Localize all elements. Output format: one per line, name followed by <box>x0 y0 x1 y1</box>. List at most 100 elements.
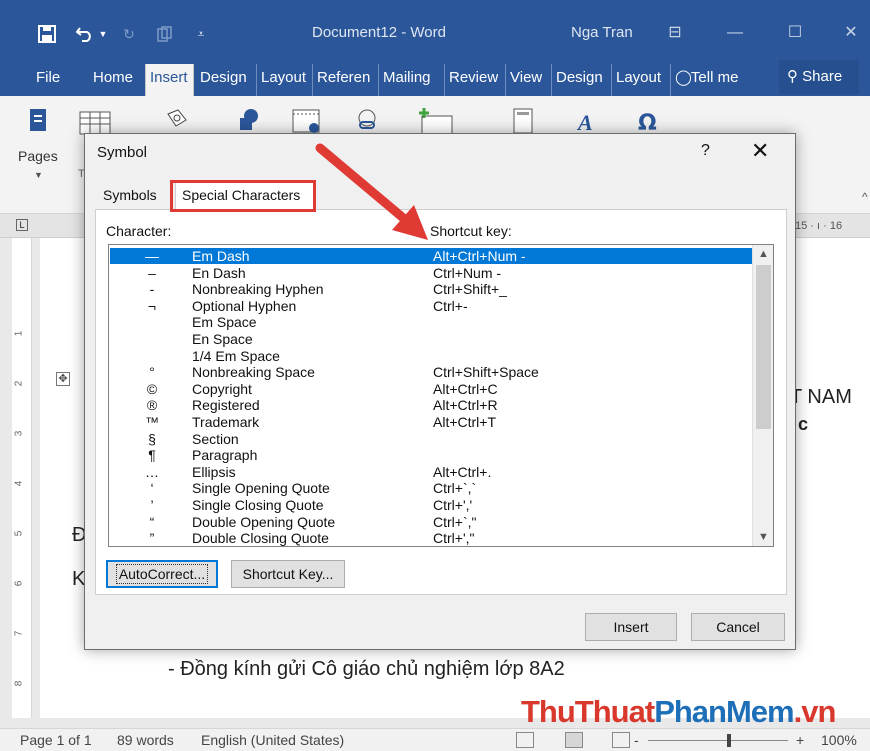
shortcut-key: Ctrl+- <box>433 297 468 314</box>
special-character-row[interactable]: ® Registered Alt+Ctrl+R <box>110 397 752 413</box>
help-button[interactable]: ? <box>701 142 710 160</box>
special-character-row[interactable]: ” Double Closing Quote Ctrl+'," <box>110 530 752 546</box>
special-character-row[interactable]: © Copyright Alt+Ctrl+C <box>110 381 752 397</box>
insert-button[interactable]: Insert <box>585 613 677 641</box>
pages-dropdown-icon[interactable]: ▼ <box>34 170 43 180</box>
zoom-out-button[interactable]: - <box>634 732 639 748</box>
web-layout-icon[interactable] <box>612 732 630 748</box>
shortcut-key-button[interactable]: Shortcut Key... <box>231 560 345 588</box>
document-text[interactable]: T NAM <box>790 386 852 409</box>
special-character-row[interactable]: 1/4 Em Space <box>110 348 752 364</box>
character-glyph: “ <box>149 513 155 530</box>
document-text[interactable]: - Đồng kính gửi Cô giáo chủ nghiệm lớp 8… <box>168 658 565 681</box>
maximize-icon[interactable]: ☐ <box>782 20 808 46</box>
character-glyph: — <box>145 248 159 264</box>
ruler-mark: 2 <box>13 380 25 387</box>
screenshot-icon[interactable] <box>290 106 320 136</box>
special-character-row[interactable]: ™ Trademark Alt+Ctrl+T <box>110 414 752 430</box>
pages-label[interactable]: Pages <box>18 148 58 164</box>
user-name[interactable]: Nga Tran <box>571 24 633 41</box>
special-character-row[interactable]: - Nonbreaking Hyphen Ctrl+Shift+_ <box>110 281 752 297</box>
character-glyph: ‘ <box>150 480 154 497</box>
tab-table-design[interactable]: Design <box>551 64 603 96</box>
dialog-close-button[interactable]: ✕ <box>751 138 769 164</box>
character-name: En Dash <box>192 264 246 281</box>
undo-dropdown-icon[interactable]: ▼ <box>98 22 108 46</box>
pages-icon[interactable] <box>24 106 54 136</box>
special-character-row[interactable]: ’ Single Closing Quote Ctrl+',' <box>110 497 752 513</box>
tab-table-layout[interactable]: Layout <box>611 64 661 96</box>
shortcut-key: Ctrl+',' <box>433 497 473 513</box>
pictures-icon[interactable] <box>162 106 192 136</box>
character-name: Registered <box>192 397 260 414</box>
zoom-slider[interactable] <box>648 740 788 741</box>
tab-symbols[interactable]: Symbols <box>97 184 163 208</box>
character-name: 1/4 Em Space <box>192 347 280 364</box>
links-icon[interactable] <box>352 106 382 136</box>
special-characters-list[interactable]: ” Double Closing Quote Ctrl+'," “ Double Ope… <box>108 244 774 547</box>
window-close-icon[interactable]: ✕ <box>838 20 864 46</box>
tab-selector-icon[interactable]: L <box>16 219 28 231</box>
tab-review[interactable]: Review <box>444 64 498 96</box>
special-character-row[interactable]: “ Double Opening Quote Ctrl+`," <box>110 514 752 530</box>
redo-icon[interactable]: ↻ <box>118 22 140 46</box>
table-move-handle-icon[interactable]: ✥ <box>56 372 70 386</box>
save-icon[interactable] <box>36 22 58 46</box>
tab-view[interactable]: View <box>505 64 542 96</box>
shapes-icon[interactable] <box>234 106 264 136</box>
document-text[interactable]: c <box>798 414 808 435</box>
shortcut-key: Ctrl+Shift+_ <box>433 281 507 298</box>
customize-toolbar-icon[interactable]: ⩡ <box>194 22 208 46</box>
collapse-ribbon-icon[interactable]: ^ <box>862 190 868 204</box>
zoom-slider-thumb[interactable] <box>727 734 731 747</box>
zoom-in-button[interactable]: + <box>796 732 804 748</box>
tab-design[interactable]: Design <box>200 64 247 96</box>
special-character-row[interactable]: ¬ Optional Hyphen Ctrl+- <box>110 298 752 314</box>
table-icon[interactable] <box>78 106 111 136</box>
special-character-row[interactable]: § Section <box>110 431 752 447</box>
minimize-icon[interactable]: — <box>722 20 748 46</box>
tab-mailings[interactable]: Mailing <box>378 64 440 96</box>
undo-icon[interactable] <box>74 22 96 46</box>
cancel-button[interactable]: Cancel <box>691 613 785 641</box>
scroll-down-icon[interactable]: ▼ <box>753 528 773 546</box>
ruler-numbers: 15 · ı · 16 <box>795 220 843 232</box>
special-character-row[interactable]: Em Space <box>110 314 752 330</box>
header-footer-icon[interactable] <box>508 106 538 136</box>
special-character-row[interactable]: … Ellipsis Alt+Ctrl+. <box>110 464 752 480</box>
text-icon[interactable]: A <box>570 106 600 136</box>
zoom-level[interactable]: 100% <box>821 732 857 748</box>
tab-home[interactable]: Home <box>93 64 133 96</box>
tab-references[interactable]: Referen <box>312 64 376 96</box>
special-character-row[interactable]: – En Dash Ctrl+Num - <box>110 265 752 281</box>
annotation-highlight-box <box>170 180 316 212</box>
read-mode-icon[interactable] <box>516 732 534 748</box>
tab-insert[interactable]: Insert <box>145 64 194 96</box>
shortcut-key: Ctrl+`,` <box>433 480 477 497</box>
character-glyph: ® <box>146 397 158 414</box>
print-layout-icon[interactable] <box>565 732 583 748</box>
tab-layout[interactable]: Layout <box>256 64 306 96</box>
tell-me-search[interactable]: ◯ Tell me <box>670 64 760 96</box>
special-character-row[interactable]: ‘ Single Opening Quote Ctrl+`,` <box>110 480 752 496</box>
list-scrollbar[interactable]: ▲ ▼ <box>752 245 773 546</box>
shortcut-key: Ctrl+`," <box>433 513 477 530</box>
special-character-row[interactable]: En Space <box>110 331 752 347</box>
special-character-row[interactable]: ¶ Paragraph <box>110 447 752 463</box>
scrollbar-thumb[interactable] <box>756 265 771 429</box>
share-button[interactable]: ⚲ Share <box>779 60 859 94</box>
special-character-row[interactable]: ° Nonbreaking Space Ctrl+Shift+Space <box>110 364 752 380</box>
character-glyph: – <box>148 264 156 281</box>
symbols-omega-icon[interactable]: Ω <box>632 106 662 136</box>
autocorrect-button[interactable]: AutoCorrect... <box>106 560 218 588</box>
tab-file[interactable]: File <box>36 64 60 96</box>
comment-icon[interactable] <box>416 106 453 136</box>
word-count[interactable]: 89 words <box>117 732 174 748</box>
ribbon-display-options-icon[interactable]: ⊟ <box>662 20 688 46</box>
vertical-ruler[interactable]: 1 2 3 4 5 6 7 8 <box>12 238 32 718</box>
scroll-up-icon[interactable]: ▲ <box>753 245 773 263</box>
page-count[interactable]: Page 1 of 1 <box>20 732 92 748</box>
special-character-row[interactable]: — Em Dash Alt+Ctrl+Num - <box>110 248 752 264</box>
touch-mode-icon[interactable] <box>154 22 176 46</box>
language-indicator[interactable]: English (United States) <box>201 732 344 748</box>
